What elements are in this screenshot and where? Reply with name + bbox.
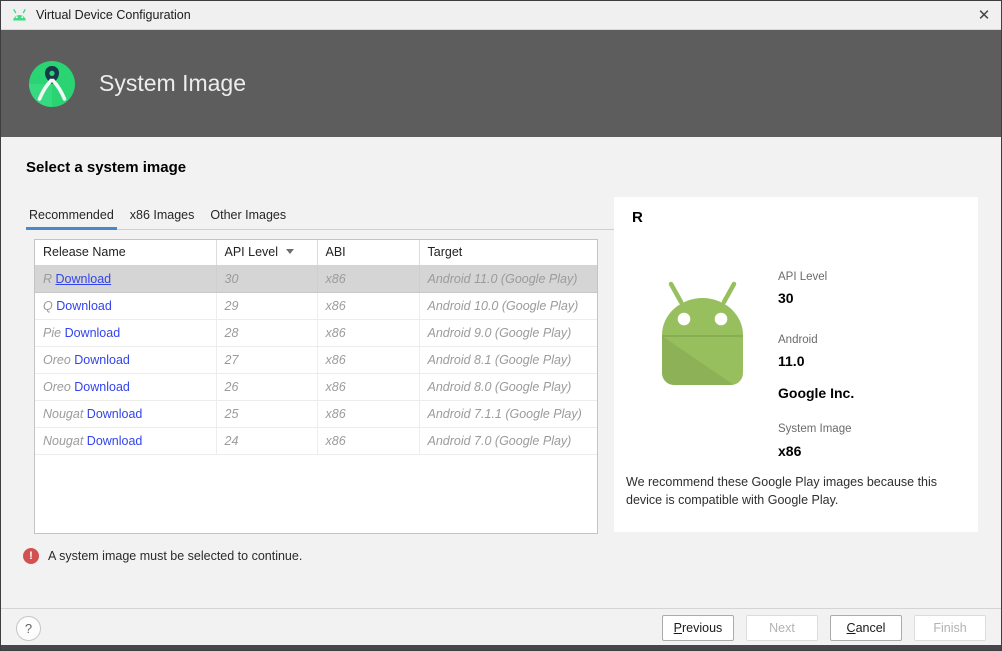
target-cell: Android 7.1.1 (Google Play) [419, 400, 597, 428]
api-level-value: 30 [778, 290, 794, 306]
download-link[interactable]: Download [87, 407, 143, 421]
api-level-label: API Level [778, 271, 828, 283]
api-level-cell: 29 [216, 292, 318, 320]
abi-cell: x86 [317, 319, 420, 347]
release-name: R [43, 271, 53, 286]
table-row[interactable]: Pie Download 28 x86 Android 9.0 (Google … [35, 319, 597, 347]
target-cell: Android 8.0 (Google Play) [419, 373, 597, 401]
download-link[interactable]: Download [56, 299, 112, 313]
download-link[interactable]: Download [74, 380, 130, 394]
abi-cell: x86 [317, 400, 420, 428]
image-details-panel: R API Level 30 Android 11.0 Google Inc. … [614, 197, 978, 532]
system-image-value: x86 [778, 443, 802, 459]
download-link[interactable]: Download [56, 272, 112, 286]
column-header-target[interactable]: Target [419, 240, 597, 266]
release-name: Nougat [43, 406, 84, 421]
next-button: Next [746, 615, 818, 641]
finish-button: Finish [914, 615, 986, 641]
tab-other-images[interactable]: Other Images [207, 204, 289, 230]
download-link[interactable]: Download [87, 434, 143, 448]
abi-cell: x86 [317, 265, 420, 293]
download-link[interactable]: Download [74, 353, 130, 367]
tab-recommended[interactable]: Recommended [26, 204, 117, 230]
table-row[interactable]: Oreo Download 26 x86 Android 8.0 (Google… [35, 373, 597, 401]
android-label: Android [778, 334, 818, 346]
wizard-header: System Image [1, 30, 1001, 137]
window-bottom-border [1, 645, 1001, 650]
window-title: Virtual Device Configuration [36, 8, 191, 22]
release-name: Oreo [43, 352, 71, 367]
cancel-button[interactable]: Cancel [830, 615, 902, 641]
android-version-value: 11.0 [778, 353, 805, 369]
download-link[interactable]: Download [65, 326, 121, 340]
api-level-cell: 24 [216, 427, 318, 455]
api-level-cell: 26 [216, 373, 318, 401]
table-row[interactable]: Nougat Download 25 x86 Android 7.1.1 (Go… [35, 400, 597, 428]
sort-descending-icon [286, 249, 295, 255]
target-cell: Android 11.0 (Google Play) [419, 265, 597, 293]
abi-cell: x86 [317, 373, 420, 401]
api-level-cell: 27 [216, 346, 318, 374]
system-image-label: System Image [778, 423, 852, 435]
vendor-value: Google Inc. [778, 385, 855, 401]
api-level-cell: 28 [216, 319, 318, 347]
footer-bar: ? Previous Next Cancel Finish [1, 609, 1001, 647]
validation-error: ! A system image must be selected to con… [23, 548, 302, 564]
release-name: Oreo [43, 379, 71, 394]
api-level-cell: 25 [216, 400, 318, 428]
column-header-release-name[interactable]: Release Name [35, 240, 217, 266]
abi-cell: x86 [317, 292, 420, 320]
target-cell: Android 8.1 (Google Play) [419, 346, 597, 374]
image-tabs: Recommended x86 Images Other Images [26, 204, 621, 230]
selected-release-name: R [632, 209, 643, 226]
release-name: Pie [43, 325, 62, 340]
error-message: A system image must be selected to conti… [48, 549, 303, 563]
api-level-cell: 30 [216, 265, 318, 293]
table-row[interactable]: Q Download 29 x86 Android 10.0 (Google P… [35, 292, 597, 320]
table-row[interactable]: Oreo Download 27 x86 Android 8.1 (Google… [35, 346, 597, 374]
close-icon[interactable]: ✕ [967, 1, 1001, 30]
system-image-table: Release Name API Level ABI Target R Down… [34, 239, 598, 534]
abi-cell: x86 [317, 346, 420, 374]
android-head-icon [13, 9, 26, 21]
wizard-buttons: Previous Next Cancel Finish [662, 615, 986, 641]
android-studio-logo-icon [29, 60, 75, 107]
release-name: Q [43, 298, 53, 313]
tab-x86-images[interactable]: x86 Images [127, 204, 198, 230]
target-cell: Android 10.0 (Google Play) [419, 292, 597, 320]
virtual-device-configuration-dialog: Virtual Device Configuration ✕ System Im… [0, 0, 1002, 651]
target-cell: Android 7.0 (Google Play) [419, 427, 597, 455]
step-title: System Image [99, 70, 246, 96]
previous-button[interactable]: Previous [662, 615, 734, 641]
abi-cell: x86 [317, 427, 420, 455]
table-row[interactable]: Nougat Download 24 x86 Android 7.0 (Goog… [35, 427, 597, 455]
recommendation-text: We recommend these Google Play images be… [626, 475, 938, 508]
title-bar: Virtual Device Configuration ✕ [1, 1, 1001, 30]
table-row[interactable]: R Download 30 x86 Android 11.0 (Google P… [35, 265, 597, 293]
error-icon: ! [23, 548, 39, 564]
table-header-row: Release Name API Level ABI Target [35, 240, 597, 266]
column-header-abi[interactable]: ABI [317, 240, 420, 266]
target-cell: Android 9.0 (Google Play) [419, 319, 597, 347]
help-button[interactable]: ? [16, 615, 41, 641]
release-name: Nougat [43, 433, 84, 448]
column-header-api-level[interactable]: API Level [216, 240, 318, 266]
android-robot-icon [662, 281, 743, 385]
section-heading: Select a system image [26, 159, 187, 176]
